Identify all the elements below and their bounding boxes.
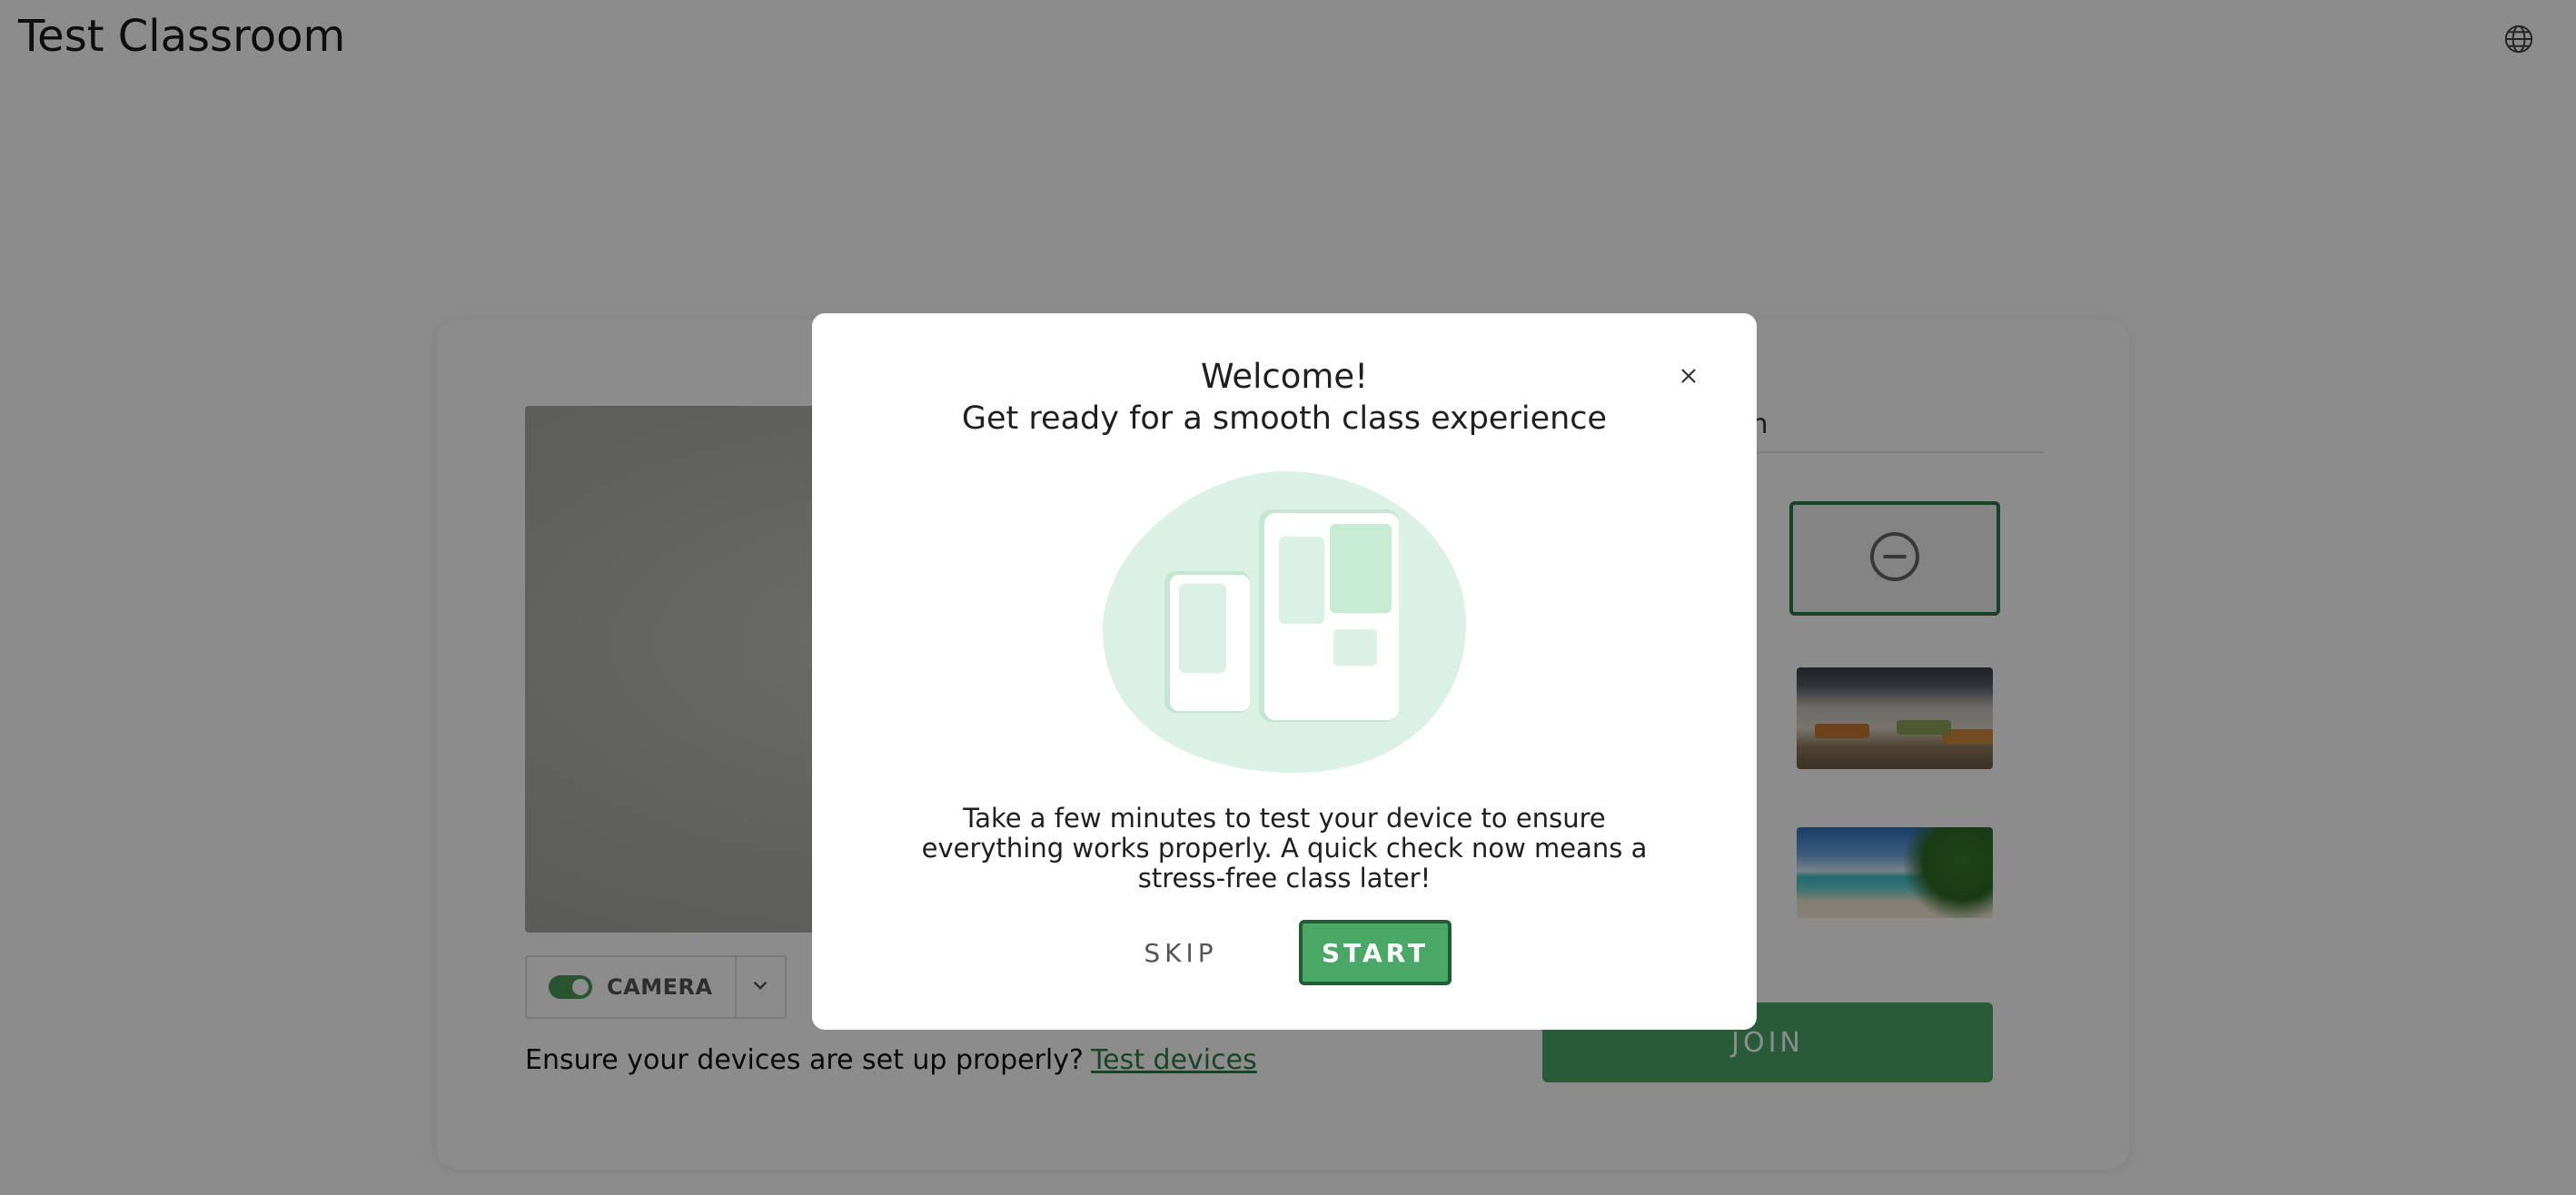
devices-illustration [1101, 469, 1468, 775]
skip-button[interactable]: SKIP [1117, 920, 1244, 985]
start-button[interactable]: START [1299, 920, 1451, 985]
dialog-actions: SKIP START [812, 920, 1757, 985]
dialog-body: Take a few minutes to test your device t… [921, 803, 1648, 894]
dialog-subtitle: Get ready for a smooth class experience [961, 400, 1608, 437]
welcome-dialog: Welcome! Get ready for a smooth class ex… [812, 313, 1757, 1030]
dialog-title: Welcome! [1200, 357, 1369, 396]
